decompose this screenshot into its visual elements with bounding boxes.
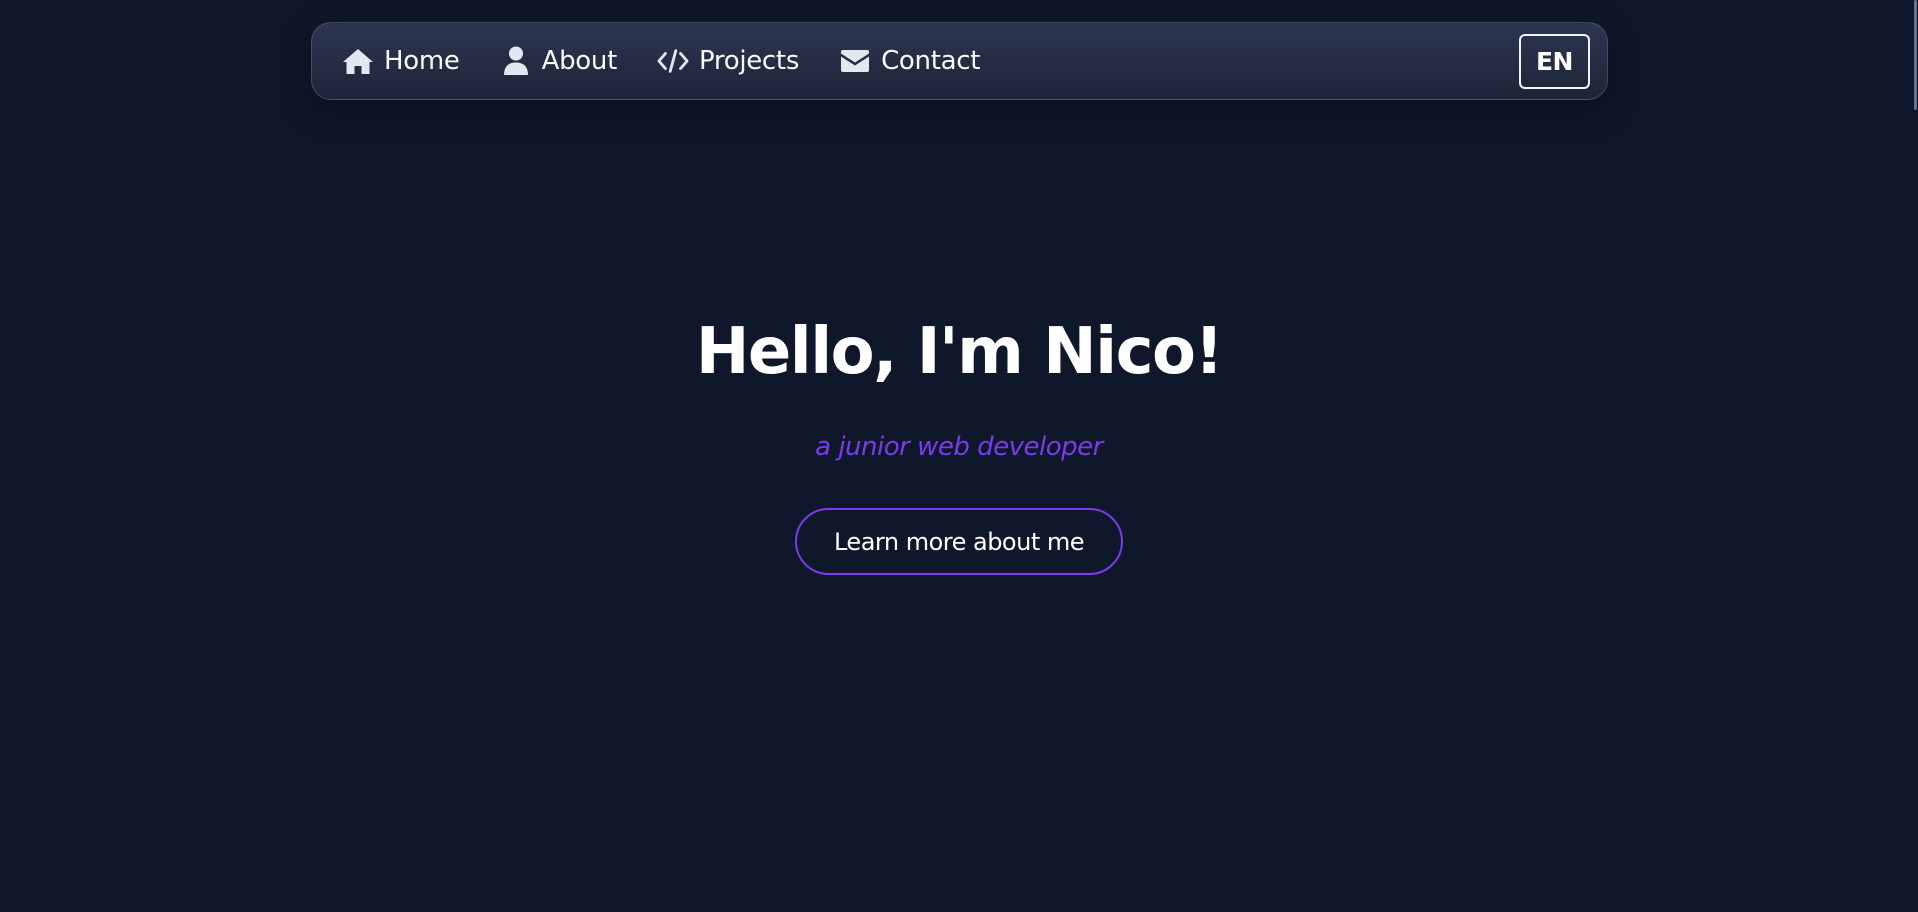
- code-icon: [657, 45, 689, 77]
- nav-item-projects[interactable]: Projects: [657, 23, 799, 99]
- learn-more-button[interactable]: Learn more about me: [795, 508, 1123, 575]
- nav-item-home[interactable]: Home: [342, 23, 460, 99]
- nav-item-about[interactable]: About: [500, 23, 617, 99]
- hero-subtitle: a junior web developer: [815, 432, 1103, 462]
- scrollbar[interactable]: [1912, 0, 1918, 912]
- page: Home About Projects Contact EN Hello, I'…: [0, 0, 1918, 912]
- nav-item-projects-label: Projects: [698, 46, 800, 76]
- nav-item-home-label: Home: [384, 46, 460, 76]
- hero-title: Hello, I'm Nico!: [695, 315, 1224, 389]
- nav-item-contact[interactable]: Contact: [839, 23, 980, 99]
- language-toggle-button[interactable]: EN: [1519, 33, 1590, 89]
- home-icon: [342, 45, 374, 77]
- nav-item-contact-label: Contact: [881, 46, 981, 76]
- hero-section: Hello, I'm Nico! a junior web developer …: [0, 320, 1918, 575]
- nav-links: Home About Projects Contact: [342, 23, 1020, 99]
- cta-wrapper: Learn more about me: [0, 508, 1918, 575]
- user-icon: [500, 45, 532, 77]
- navbar: Home About Projects Contact EN: [311, 22, 1608, 100]
- scrollbar-thumb[interactable]: [1914, 0, 1917, 110]
- nav-item-about-label: About: [541, 46, 618, 76]
- envelope-icon: [839, 45, 871, 77]
